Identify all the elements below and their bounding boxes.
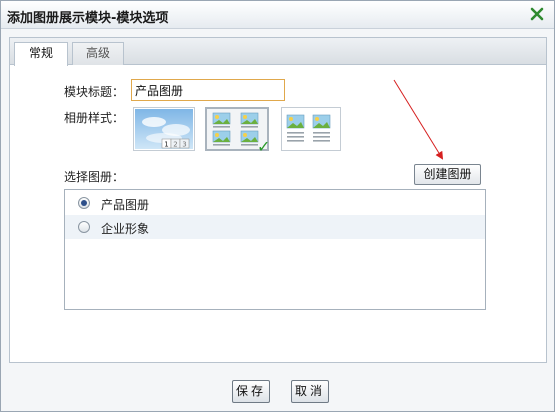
cancel-button[interactable]: 取消 xyxy=(291,380,329,403)
select-album-label: 选择图册： xyxy=(64,170,125,184)
row-thumbnail-icon xyxy=(286,114,331,142)
slideshow-page-2: 2 xyxy=(173,141,177,149)
dialog-title: 添加图册展示模块-模块选项 xyxy=(7,11,169,26)
album-radio-checked[interactable] xyxy=(78,197,90,209)
dialog-titlebar: 添加图册展示模块-模块选项 xyxy=(1,1,554,29)
album-list-item[interactable]: 企业形象 xyxy=(65,215,485,239)
album-list: 产品图册 企业形象 xyxy=(64,189,486,310)
album-style-label: 相册样式： xyxy=(64,111,125,125)
module-title-input[interactable] xyxy=(131,79,285,101)
tab-strip: 常规 高级 xyxy=(10,38,546,66)
module-title-label: 模块标题： xyxy=(64,85,125,99)
album-name: 企业形象 xyxy=(101,222,150,236)
album-name: 产品图册 xyxy=(101,198,150,212)
create-album-button[interactable]: 创建图册 xyxy=(414,164,481,185)
album-style-slideshow[interactable]: 1 2 3 xyxy=(133,107,195,151)
slideshow-page-1: 1 xyxy=(164,141,168,149)
slideshow-page-3: 3 xyxy=(182,141,186,149)
dialog-window: 添加图册展示模块-模块选项 常规 高级 模块标题： 相册样式： xyxy=(0,0,555,412)
slideshow-thumbnail-icon: 1 2 3 xyxy=(135,109,193,149)
album-radio[interactable] xyxy=(78,221,90,233)
save-button[interactable]: 保存 xyxy=(232,380,270,403)
selected-check-icon: ✓ xyxy=(257,137,271,156)
album-style-row[interactable] xyxy=(281,107,341,151)
album-list-item[interactable]: 产品图册 xyxy=(65,191,485,215)
tab-advanced[interactable]: 高级 xyxy=(72,42,124,65)
close-icon[interactable] xyxy=(528,5,546,23)
tab-general[interactable]: 常规 xyxy=(14,42,68,66)
